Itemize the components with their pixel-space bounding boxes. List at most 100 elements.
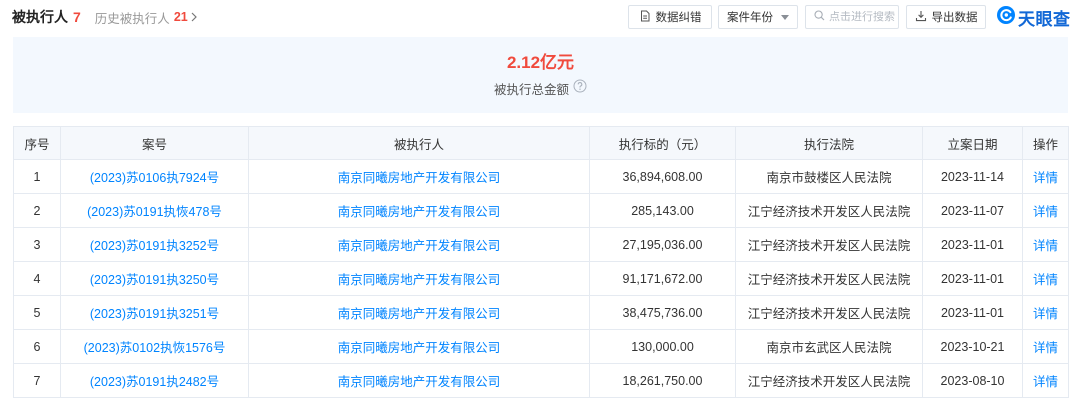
- column-header-action: 操作: [1022, 126, 1069, 160]
- cell-amount: 91,171,672.00: [589, 261, 736, 296]
- cell-amount: 38,475,736.00: [589, 295, 736, 330]
- cell-amount: 18,261,750.00: [589, 363, 736, 398]
- detail-link[interactable]: 详情: [1033, 239, 1058, 253]
- total-amount-label: 被执行总金额: [493, 83, 569, 97]
- logo-text: 天眼查: [1018, 9, 1071, 29]
- column-header-amount: 执行标的（元）: [589, 126, 736, 160]
- table-row: 2 (2023)苏0191执恢478号 南京同曦房地产开发有限公司 285,14…: [13, 193, 1069, 228]
- cell-executee: 南京同曦房地产开发有限公司: [248, 329, 590, 364]
- cell-amount: 285,143.00: [589, 193, 736, 228]
- executee-table-wrapper: 序号 案号 被执行人 执行标的（元） 执行法院 立案日期 操作 1 (2023)…: [13, 126, 1069, 398]
- cell-case-no: (2023)苏0106执7924号: [60, 159, 249, 194]
- detail-link[interactable]: 详情: [1033, 273, 1058, 287]
- case-no-link[interactable]: (2023)苏0106执7924号: [90, 171, 219, 185]
- cell-action: 详情: [1022, 159, 1069, 194]
- cell-date: 2023-10-21: [922, 329, 1023, 364]
- table-row: 4 (2023)苏0191执3250号 南京同曦房地产开发有限公司 91,171…: [13, 261, 1069, 296]
- chevron-right-icon: [191, 12, 197, 22]
- executee-link[interactable]: 南京同曦房地产开发有限公司: [338, 239, 501, 253]
- data-correction-label: 数据纠错: [655, 12, 702, 24]
- column-header-court: 执行法院: [735, 126, 923, 160]
- executee-link[interactable]: 南京同曦房地产开发有限公司: [338, 375, 501, 389]
- download-icon: [915, 10, 927, 25]
- executee-link[interactable]: 南京同曦房地产开发有限公司: [338, 171, 501, 185]
- tianyancha-logo-icon: [997, 5, 1015, 29]
- search-icon: [814, 10, 825, 24]
- cell-court: 江宁经济技术开发区人民法院: [735, 193, 923, 228]
- cell-date: 2023-11-07: [922, 193, 1023, 228]
- cell-date: 2023-08-10: [922, 363, 1023, 398]
- column-header-executee: 被执行人: [248, 126, 590, 160]
- tianyancha-logo[interactable]: 天眼查: [997, 5, 1071, 29]
- document-icon: [639, 10, 651, 25]
- cell-action: 详情: [1022, 363, 1069, 398]
- cell-action: 详情: [1022, 193, 1069, 228]
- cell-court: 江宁经济技术开发区人民法院: [735, 295, 923, 330]
- data-correction-button[interactable]: 数据纠错: [628, 5, 712, 29]
- cell-date: 2023-11-01: [922, 295, 1023, 330]
- cell-index: 4: [13, 261, 61, 296]
- total-amount: 2.12亿元: [506, 53, 575, 72]
- executee-link[interactable]: 南京同曦房地产开发有限公司: [338, 273, 501, 287]
- cell-index: 5: [13, 295, 61, 330]
- cell-action: 详情: [1022, 261, 1069, 296]
- section-title: 被执行人: [12, 9, 68, 25]
- detail-link[interactable]: 详情: [1033, 341, 1058, 355]
- table-row: 3 (2023)苏0191执3252号 南京同曦房地产开发有限公司 27,195…: [13, 227, 1069, 262]
- cell-executee: 南京同曦房地产开发有限公司: [248, 261, 590, 296]
- total-amount-label-row: 被执行总金额: [494, 79, 587, 98]
- case-no-link[interactable]: (2023)苏0191执3251号: [90, 307, 219, 321]
- executee-link[interactable]: 南京同曦房地产开发有限公司: [338, 205, 501, 219]
- executee-table: 序号 案号 被执行人 执行标的（元） 执行法院 立案日期 操作 1 (2023)…: [13, 126, 1069, 398]
- cell-court: 江宁经济技术开发区人民法院: [735, 261, 923, 296]
- executee-link[interactable]: 南京同曦房地产开发有限公司: [338, 341, 501, 355]
- cell-court: 江宁经济技术开发区人民法院: [735, 227, 923, 262]
- detail-link[interactable]: 详情: [1033, 205, 1058, 219]
- column-header-case-no: 案号: [60, 126, 249, 160]
- column-header-index: 序号: [13, 126, 61, 160]
- detail-link[interactable]: 详情: [1033, 307, 1058, 321]
- summary-panel: 2.12亿元 被执行总金额: [13, 37, 1068, 113]
- section-title-group: 被执行人 7 历史被执行人 21: [12, 7, 197, 27]
- executee-count: 7: [73, 9, 81, 25]
- export-data-label: 导出数据: [931, 12, 978, 24]
- cell-case-no: (2023)苏0191执恢478号: [60, 193, 249, 228]
- cell-executee: 南京同曦房地产开发有限公司: [248, 363, 590, 398]
- table-header-row: 序号 案号 被执行人 执行标的（元） 执行法院 立案日期 操作: [13, 126, 1069, 160]
- case-no-link[interactable]: (2023)苏0102执恢1576号: [84, 341, 226, 355]
- search-input[interactable]: [829, 11, 897, 23]
- cell-executee: 南京同曦房地产开发有限公司: [248, 159, 590, 194]
- case-year-dropdown[interactable]: 案件年份: [718, 5, 798, 29]
- cell-index: 2: [13, 193, 61, 228]
- history-label: 历史被执行人: [94, 11, 170, 26]
- detail-link[interactable]: 详情: [1033, 171, 1058, 185]
- table-row: 6 (2023)苏0102执恢1576号 南京同曦房地产开发有限公司 130,0…: [13, 329, 1069, 364]
- case-no-link[interactable]: (2023)苏0191执3250号: [90, 273, 219, 287]
- cell-index: 6: [13, 329, 61, 364]
- caret-down-icon: [781, 11, 789, 23]
- cell-date: 2023-11-01: [922, 227, 1023, 262]
- search-box[interactable]: [805, 5, 899, 29]
- history-executee-link[interactable]: 历史被执行人 21: [95, 8, 197, 27]
- cell-court: 南京市鼓楼区人民法院: [735, 159, 923, 194]
- cell-index: 7: [13, 363, 61, 398]
- cell-index: 3: [13, 227, 61, 262]
- table-row: 1 (2023)苏0106执7924号 南京同曦房地产开发有限公司 36,894…: [13, 159, 1069, 194]
- cell-amount: 130,000.00: [589, 329, 736, 364]
- case-no-link[interactable]: (2023)苏0191执2482号: [90, 375, 219, 389]
- cell-date: 2023-11-14: [922, 159, 1023, 194]
- question-circle-icon[interactable]: [573, 79, 587, 98]
- cell-court: 南京市玄武区人民法院: [735, 329, 923, 364]
- cell-executee: 南京同曦房地产开发有限公司: [248, 193, 590, 228]
- case-no-link[interactable]: (2023)苏0191执恢478号: [87, 205, 222, 219]
- cell-amount: 27,195,036.00: [589, 227, 736, 262]
- cell-executee: 南京同曦房地产开发有限公司: [248, 295, 590, 330]
- cell-case-no: (2023)苏0191执3250号: [60, 261, 249, 296]
- detail-link[interactable]: 详情: [1033, 375, 1058, 389]
- cell-court: 江宁经济技术开发区人民法院: [735, 363, 923, 398]
- executee-link[interactable]: 南京同曦房地产开发有限公司: [338, 307, 501, 321]
- export-data-button[interactable]: 导出数据: [906, 5, 986, 29]
- page: 被执行人 7 历史被执行人 21 数据纠错 案件年份 导出数据: [0, 0, 1080, 400]
- cell-case-no: (2023)苏0191执3251号: [60, 295, 249, 330]
- case-no-link[interactable]: (2023)苏0191执3252号: [90, 239, 219, 253]
